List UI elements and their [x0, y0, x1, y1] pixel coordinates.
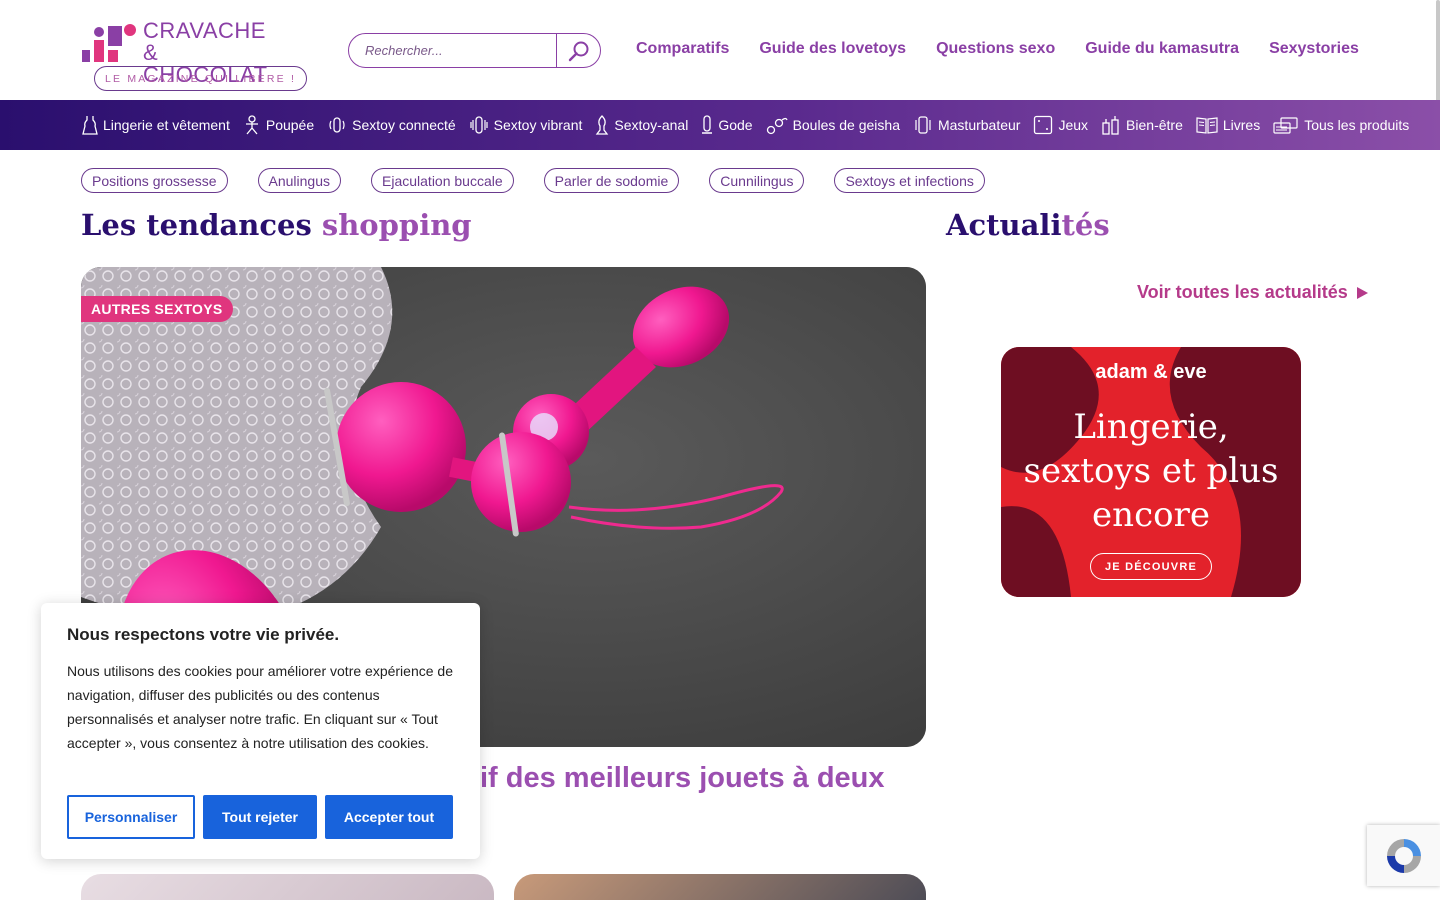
tag-positions-grossesse[interactable]: Positions grossesse: [81, 168, 228, 193]
tag-ejaculation-buccale[interactable]: Ejaculation buccale: [371, 168, 514, 193]
article-thumbnail[interactable]: [81, 874, 494, 900]
advertisement-banner[interactable]: adam & eve Lingerie, sextoys et plus enc…: [1001, 347, 1301, 597]
category-label: Sextoy-anal: [614, 117, 689, 133]
category-label: Boules de geisha: [792, 117, 900, 133]
trends-heading: Les tendances shopping: [81, 208, 472, 242]
nav-comparatifs[interactable]: Comparatifs: [636, 40, 729, 58]
category-label: Jeux: [1058, 117, 1089, 133]
category-sextoy-connecte[interactable]: Sextoy connecté: [327, 115, 456, 135]
category-jeux[interactable]: Jeux: [1033, 115, 1088, 135]
trends-heading-main: Les tendances: [81, 208, 322, 242]
cookie-consent-banner: Nous respectons votre vie privée. Nous u…: [41, 603, 480, 859]
anal-toy-icon: [596, 115, 609, 135]
logo-brand-line1: CRAVACHE: [143, 18, 266, 43]
masturbator-icon: [915, 116, 931, 134]
customize-button[interactable]: Personnaliser: [67, 795, 195, 839]
logo-tagline: LE MAGAZINE QUI LIBÈRE !: [94, 66, 308, 91]
category-tous-produits[interactable]: Tous les produits: [1273, 115, 1409, 135]
doll-icon: [245, 115, 258, 135]
tag-sextoys-infections[interactable]: Sextoys et infections: [834, 168, 985, 193]
category-poupee[interactable]: Poupée: [243, 115, 314, 135]
tag-parler-sodomie[interactable]: Parler de sodomie: [543, 168, 680, 193]
category-label: Tous les produits: [1304, 117, 1410, 133]
news-heading-accent: tés: [1061, 208, 1110, 242]
tag-anulingus[interactable]: Anulingus: [257, 168, 342, 193]
category-label: Poupée: [265, 117, 315, 133]
nav-questions-sexo[interactable]: Questions sexo: [936, 40, 1055, 58]
category-boules-geisha[interactable]: Boules de geisha: [766, 115, 900, 135]
trends-heading-accent: shopping: [321, 208, 472, 242]
category-label: Lingerie et vêtement: [103, 117, 230, 133]
news-heading: Actualités: [946, 208, 1110, 242]
cookie-actions: Personnaliser Tout rejeter Accepter tout: [67, 795, 453, 839]
play-arrow-icon: [1356, 286, 1368, 299]
site-header: CRAVACHE & CHOCOLAT LE MAGAZINE QUI LIBÈ…: [0, 0, 1440, 100]
category-label: Sextoy connecté: [352, 117, 456, 133]
see-all-news-label: Voir toutes les actualités: [1137, 282, 1348, 302]
article-thumbnail[interactable]: [514, 874, 926, 900]
category-lingerie[interactable]: Lingerie et vêtement: [82, 115, 230, 135]
accept-all-button[interactable]: Accepter tout: [325, 795, 453, 839]
ad-cta-button[interactable]: JE DÉCOUVRE: [1090, 553, 1212, 580]
reject-all-button[interactable]: Tout rejeter: [203, 795, 317, 839]
main-nav: Comparatifs Guide des lovetoys Questions…: [636, 40, 1359, 58]
cookie-body: Nous utilisons des cookies pour améliore…: [67, 663, 453, 751]
news-heading-main: Actuali: [946, 208, 1062, 242]
products-icon: [1273, 117, 1298, 134]
category-label: Sextoy vibrant: [493, 117, 583, 133]
tag-list: Positions grossesse Anulingus Ejaculatio…: [81, 168, 985, 193]
category-livres[interactable]: Livres: [1196, 116, 1260, 134]
category-gode[interactable]: Gode: [701, 115, 753, 135]
site-logo[interactable]: CRAVACHE & CHOCOLAT LE MAGAZINE QUI LIBÈ…: [82, 18, 308, 91]
search-box: [348, 33, 601, 68]
category-label: Bien-être: [1126, 117, 1183, 133]
wellness-icon: [1102, 116, 1119, 135]
cookie-title: Nous respectons votre vie privée.: [67, 625, 340, 644]
recaptcha-badge[interactable]: [1367, 825, 1440, 886]
dildo-icon: [702, 115, 713, 134]
ad-headline-line: encore: [1092, 495, 1210, 535]
category-sextoy-vibrant[interactable]: Sextoy vibrant: [469, 115, 583, 135]
ad-headline-line: Lingerie,: [1073, 407, 1229, 447]
category-label: Masturbateur: [937, 117, 1021, 133]
category-bien-etre[interactable]: Bien-être: [1101, 115, 1183, 135]
category-masturbateur[interactable]: Masturbateur: [913, 115, 1020, 135]
ad-headline-line: sextoys et plus: [1023, 451, 1279, 491]
book-icon: [1196, 117, 1218, 134]
lingerie-icon: [82, 116, 98, 135]
ad-headline: Lingerie, sextoys et plus encore: [1001, 405, 1301, 537]
category-label: Livres: [1222, 117, 1261, 133]
category-sextoy-anal[interactable]: Sextoy-anal: [595, 115, 688, 135]
dice-icon: [1034, 115, 1053, 135]
ad-brand: adam & eve: [1095, 361, 1207, 383]
featured-article-title[interactable]: if des meilleurs jouets à deux: [480, 762, 885, 795]
search-button[interactable]: [556, 34, 600, 67]
vibrator-icon: [470, 116, 488, 134]
search-icon: [568, 41, 588, 61]
nav-guide-kamasutra[interactable]: Guide du kamasutra: [1085, 40, 1239, 58]
category-bar: Lingerie et vêtement Poupée Sextoy conne…: [0, 100, 1440, 150]
tag-cunnilingus[interactable]: Cunnilingus: [709, 168, 805, 193]
logo-mark-icon: [82, 24, 136, 62]
article-category-badge[interactable]: AUTRES SEXTOYS: [81, 296, 233, 322]
nav-guide-lovetoys[interactable]: Guide des lovetoys: [759, 40, 906, 58]
search-input[interactable]: [349, 34, 559, 67]
recaptcha-icon: [1386, 838, 1421, 873]
geisha-balls-icon: [766, 117, 788, 135]
nav-sexystories[interactable]: Sexystories: [1269, 40, 1359, 58]
see-all-news-link[interactable]: Voir toutes les actualités: [1137, 282, 1369, 303]
category-label: Gode: [718, 117, 753, 133]
connected-toy-icon: [329, 117, 345, 133]
